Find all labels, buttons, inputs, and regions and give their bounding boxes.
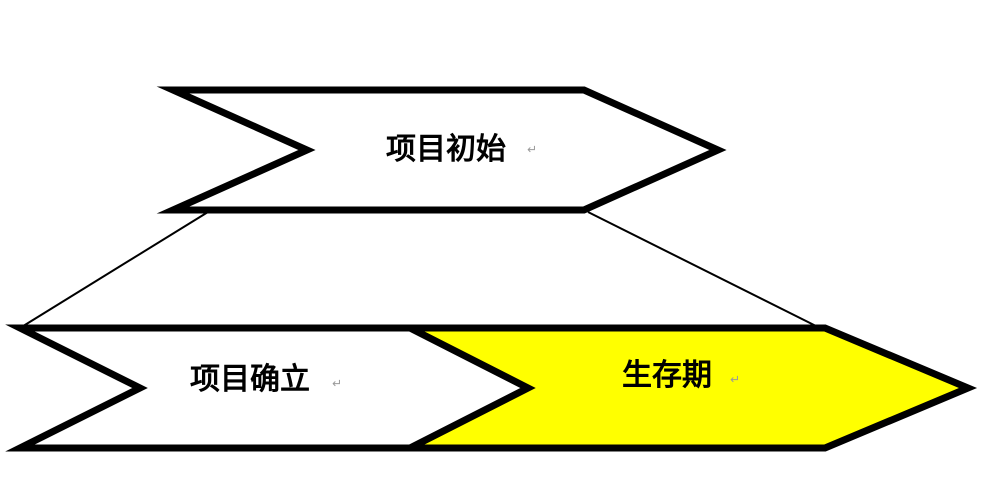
chevron-label-initiation: 项目初始 (386, 132, 506, 167)
connector-line-right (587, 211, 821, 329)
paragraph-mark: ↵ (527, 143, 537, 157)
process-diagram: 项目初始 ↵ 生存期 ↵ 项目确立 ↵ (5, 86, 978, 452)
chevron-label-establishment: 项目确立 (190, 362, 310, 397)
chevron-label-lifecycle: 生存期 (622, 358, 712, 393)
paragraph-mark: ↵ (730, 373, 740, 387)
paragraph-mark: ↵ (332, 377, 342, 391)
chevron-establishment: 项目确立 ↵ (5, 324, 536, 452)
connector-line-left (19, 211, 209, 329)
chevron-initiation: 项目初始 ↵ (156, 86, 727, 214)
